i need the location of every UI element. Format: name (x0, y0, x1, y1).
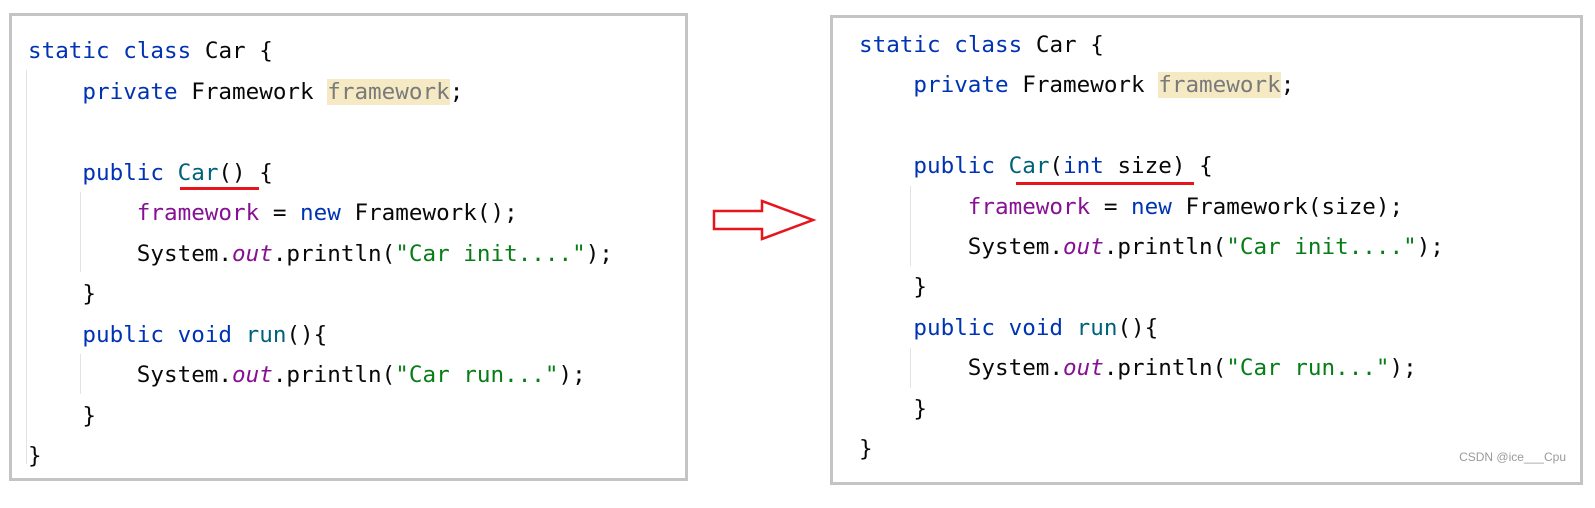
code-token: private (913, 72, 1023, 99)
code-token: private (82, 78, 192, 105)
code-token: } (913, 395, 927, 422)
indent-guide (910, 186, 911, 266)
code-token: framework (967, 193, 1091, 220)
code-token: "Car init...." (1226, 234, 1417, 260)
code-token: public void (82, 321, 246, 348)
code-token: = (259, 200, 301, 226)
code-line: static class Car { (28, 31, 273, 71)
code-token: .println( (272, 362, 396, 388)
code-token: ); (585, 240, 613, 267)
code-line: static class Car { (859, 25, 1104, 65)
code-token: } (859, 436, 873, 462)
code-line: public void run(){ (913, 308, 1158, 348)
code-token: out (232, 362, 273, 388)
red-underline-annotation (1016, 182, 1194, 185)
code-token: size) { (1117, 153, 1213, 180)
code-token: System. (136, 362, 233, 388)
code-line: } (82, 274, 96, 314)
code-token: ); (1389, 355, 1417, 382)
code-token: out (1063, 355, 1104, 382)
code-token: ); (1416, 234, 1444, 260)
code-token: Framework (191, 78, 328, 105)
code-token: Car { (204, 38, 273, 64)
code-token: "Car run..." (1226, 355, 1390, 382)
code-line: private Framework framework; (82, 72, 463, 112)
code-token: public (82, 159, 178, 186)
code-line: } (913, 389, 927, 429)
code-token: () { (218, 159, 273, 186)
code-line: System.out.println("Car init...."); (968, 227, 1444, 267)
code-token: run (245, 321, 287, 348)
code-token: "Car init...." (395, 240, 586, 267)
code-token: out (1063, 234, 1104, 260)
code-token: Framework (1022, 72, 1159, 99)
code-panel-after: static class Car {private Framework fram… (830, 15, 1583, 485)
code-token: framework (1158, 72, 1281, 99)
code-token: run (1076, 314, 1118, 341)
code-panel-before: static class Car {private Framework fram… (9, 13, 688, 481)
code-token: System. (136, 240, 233, 267)
code-token: new (1131, 193, 1186, 220)
code-token: .println( (1103, 355, 1227, 382)
indent-guide (910, 348, 911, 388)
code-token: Car (177, 159, 219, 186)
code-token: Car (1008, 153, 1050, 180)
code-token: (){ (1117, 314, 1159, 341)
code-token: Framework(); (354, 200, 518, 226)
code-token: ( (1049, 153, 1064, 180)
code-token: } (913, 274, 927, 301)
code-token: static class (28, 38, 205, 64)
red-underline-annotation (180, 187, 259, 190)
indent-guide (80, 354, 81, 394)
code-line: public Car(int size) { (913, 146, 1212, 186)
code-token: .println( (1103, 234, 1227, 260)
code-token: } (82, 281, 96, 307)
indent-guide (26, 70, 27, 464)
code-token: out (232, 240, 273, 267)
code-token: ); (558, 362, 586, 388)
code-token: ; (1280, 72, 1295, 99)
code-token: Car { (1035, 32, 1104, 58)
code-line: framework = new Framework(); (137, 193, 518, 233)
code-token: System. (967, 355, 1064, 382)
code-token: .println( (272, 240, 396, 267)
indent-guide (80, 192, 81, 272)
code-line: System.out.println("Car init...."); (137, 234, 613, 274)
code-token: "Car run..." (395, 362, 559, 388)
code-token: (){ (286, 321, 328, 348)
code-token: framework (136, 200, 260, 226)
code-token: Framework(size); (1185, 193, 1404, 220)
code-line: } (859, 429, 873, 469)
code-token: public void (913, 314, 1077, 341)
right-arrow-outline-icon (712, 199, 817, 241)
code-line: private Framework framework; (913, 65, 1294, 105)
code-token: System. (967, 234, 1064, 260)
code-line: System.out.println("Car run..."); (137, 355, 586, 395)
code-line: } (913, 267, 927, 307)
code-line: } (82, 396, 96, 436)
code-token: int (1063, 153, 1118, 180)
code-token: framework (327, 78, 450, 105)
code-line: framework = new Framework(size); (968, 187, 1403, 227)
watermark: CSDN @ice___Cpu (1459, 450, 1566, 464)
code-token: ; (449, 78, 464, 105)
code-token: = (1090, 193, 1132, 220)
code-token: new (300, 200, 355, 226)
code-token: } (28, 443, 42, 469)
code-token: static class (859, 32, 1036, 58)
code-line: public void run(){ (82, 315, 327, 355)
code-token: public (913, 153, 1009, 180)
code-token: } (82, 402, 96, 429)
code-line: System.out.println("Car run..."); (968, 348, 1417, 388)
code-line: } (28, 436, 42, 476)
